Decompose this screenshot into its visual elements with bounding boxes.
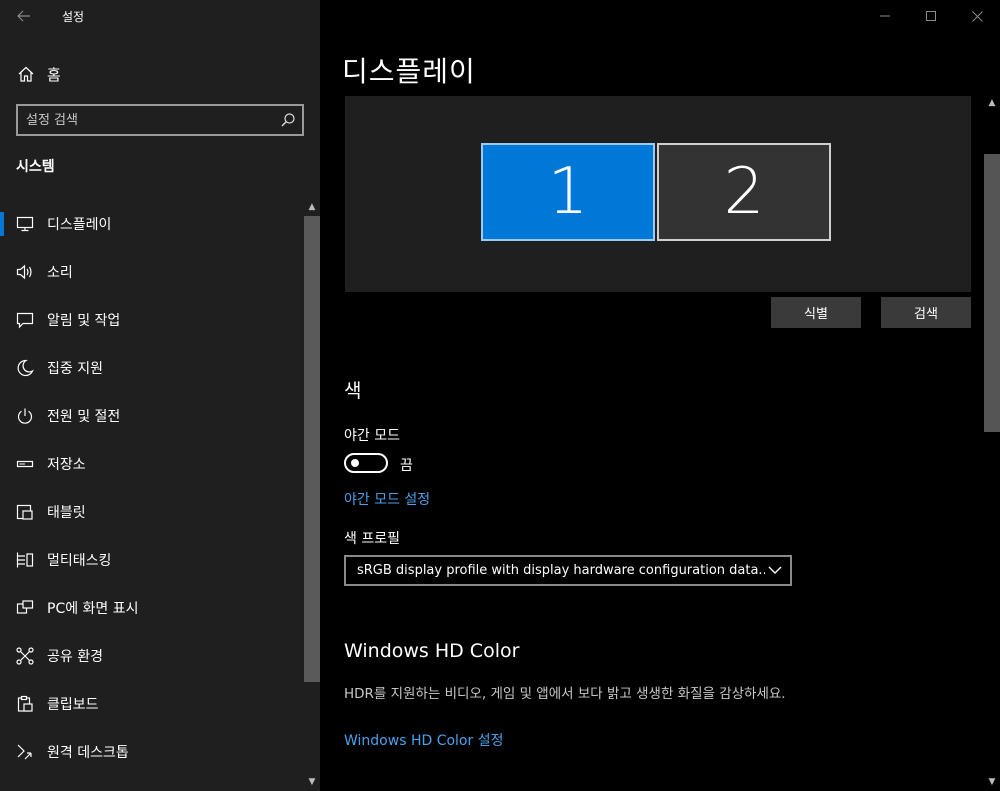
scroll-up-icon[interactable]: ▲ bbox=[304, 200, 320, 214]
color-heading: 색 bbox=[344, 380, 362, 402]
sidebar-item-label: 소리 bbox=[47, 265, 73, 281]
settings-search-box[interactable] bbox=[16, 104, 304, 136]
message-icon bbox=[16, 312, 34, 329]
sidebar-item-tablet[interactable]: 태블릿 bbox=[0, 488, 304, 536]
project-icon bbox=[16, 600, 34, 614]
main-scrollbar[interactable]: ▲ ▼ bbox=[984, 96, 1000, 791]
back-button[interactable] bbox=[10, 4, 38, 28]
night-light-settings-link[interactable]: 야간 모드 설정 bbox=[344, 489, 430, 509]
detect-button[interactable]: 검색 bbox=[881, 297, 971, 328]
color-profile-label: 색 프로필 bbox=[344, 531, 400, 547]
sidebar-item-remote-desktop[interactable]: 원격 데스크톱 bbox=[0, 728, 304, 776]
sidebar-item-label: 집중 지원 bbox=[47, 361, 103, 377]
page-title: 디스플레이 bbox=[342, 55, 476, 88]
scroll-down-icon[interactable]: ▼ bbox=[984, 775, 1000, 789]
remote-desktop-icon bbox=[17, 744, 32, 760]
color-profile-dropdown[interactable]: sRGB display profile with display hardwa… bbox=[344, 555, 792, 586]
monitor-icon bbox=[16, 216, 34, 232]
home-icon bbox=[18, 66, 34, 82]
back-arrow-icon bbox=[17, 10, 30, 22]
storage-icon bbox=[16, 460, 34, 468]
power-icon bbox=[17, 408, 33, 424]
app-title: 설정 bbox=[62, 10, 85, 24]
scroll-up-icon[interactable]: ▲ bbox=[984, 96, 1000, 110]
night-light-toggle[interactable] bbox=[344, 453, 388, 473]
sidebar-item-label: 전원 및 절전 bbox=[47, 409, 121, 425]
hd-color-heading: Windows HD Color bbox=[344, 640, 520, 662]
display-number: 1 bbox=[547, 155, 589, 229]
night-light-label: 야간 모드 bbox=[344, 428, 400, 444]
speaker-icon bbox=[16, 264, 32, 280]
sidebar-item-project-to-pc[interactable]: PC에 화면 표시 bbox=[0, 584, 304, 632]
close-button[interactable] bbox=[954, 0, 1000, 32]
minimize-icon bbox=[880, 15, 890, 17]
toggle-knob bbox=[351, 459, 359, 467]
sidebar-home[interactable]: 홈 bbox=[0, 56, 320, 92]
clipboard-icon bbox=[17, 695, 33, 712]
section-heading: 시스템 bbox=[16, 159, 55, 175]
maximize-button[interactable] bbox=[908, 0, 954, 32]
minimize-button[interactable] bbox=[862, 0, 908, 32]
display-1[interactable]: 1 bbox=[481, 143, 655, 241]
sidebar: 설정 홈 시스템 디스플레이 소리 알림 및 작업 집중 지원 전원 및 절전 bbox=[0, 0, 320, 791]
sidebar-item-label: 저장소 bbox=[47, 457, 86, 473]
sidebar-nav: 디스플레이 소리 알림 및 작업 집중 지원 전원 및 절전 저장소 태블릿 멀… bbox=[0, 200, 320, 776]
hd-color-settings-link[interactable]: Windows HD Color 설정 bbox=[344, 730, 503, 750]
sidebar-item-multitasking[interactable]: 멀티태스킹 bbox=[0, 536, 304, 584]
maximize-icon bbox=[926, 11, 936, 21]
display-number: 2 bbox=[723, 155, 765, 229]
sidebar-item-label: 알림 및 작업 bbox=[47, 313, 121, 329]
sidebar-item-shared-experiences[interactable]: 공유 환경 bbox=[0, 632, 304, 680]
moon-icon bbox=[17, 359, 34, 377]
identify-button[interactable]: 식별 bbox=[771, 297, 861, 328]
sidebar-item-label: 디스플레이 bbox=[47, 217, 112, 233]
display-2[interactable]: 2 bbox=[657, 143, 831, 241]
sidebar-item-label: 멀티태스킹 bbox=[47, 553, 112, 569]
display-arrangement: 1 2 bbox=[345, 96, 971, 292]
multitasking-icon bbox=[16, 552, 34, 568]
sidebar-item-focus-assist[interactable]: 집중 지원 bbox=[0, 344, 304, 392]
share-icon bbox=[16, 647, 34, 665]
close-icon bbox=[971, 10, 983, 22]
home-label: 홈 bbox=[47, 66, 61, 84]
sidebar-item-label: PC에 화면 표시 bbox=[47, 601, 139, 617]
hd-color-description: HDR를 지원하는 비디오, 게임 및 앱에서 보다 밝고 생생한 화질을 감상… bbox=[344, 686, 786, 702]
sidebar-scrollbar[interactable]: ▲ ▼ bbox=[304, 200, 320, 791]
sidebar-item-notifications[interactable]: 알림 및 작업 bbox=[0, 296, 304, 344]
sidebar-item-storage[interactable]: 저장소 bbox=[0, 440, 304, 488]
scrollbar-thumb[interactable] bbox=[984, 154, 1000, 432]
sidebar-item-label: 태블릿 bbox=[47, 505, 86, 521]
sidebar-item-label: 클립보드 bbox=[47, 697, 99, 713]
tablet-icon bbox=[16, 504, 33, 520]
sidebar-item-label: 공유 환경 bbox=[47, 649, 103, 665]
sidebar-item-sound[interactable]: 소리 bbox=[0, 248, 304, 296]
title-bar: 설정 bbox=[0, 0, 320, 32]
sidebar-item-display[interactable]: 디스플레이 bbox=[0, 200, 304, 248]
search-input[interactable] bbox=[26, 110, 276, 130]
scroll-down-icon[interactable]: ▼ bbox=[304, 775, 320, 789]
night-light-state: 끔 bbox=[400, 458, 413, 474]
chevron-down-icon bbox=[768, 566, 782, 574]
search-icon[interactable] bbox=[280, 112, 296, 128]
scrollbar-thumb[interactable] bbox=[304, 216, 320, 682]
sidebar-item-power[interactable]: 전원 및 절전 bbox=[0, 392, 304, 440]
color-profile-value: sRGB display profile with display hardwa… bbox=[357, 563, 765, 578]
sidebar-item-clipboard[interactable]: 클립보드 bbox=[0, 680, 304, 728]
sidebar-item-label: 원격 데스크톱 bbox=[47, 745, 129, 761]
